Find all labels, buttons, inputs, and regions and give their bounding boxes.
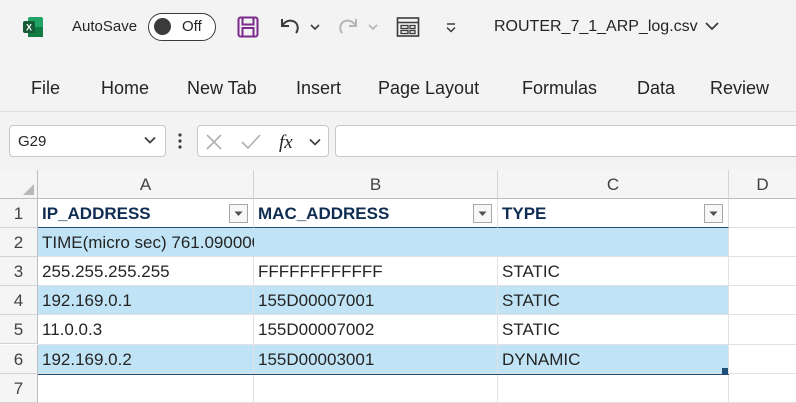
- enter-check-icon[interactable]: [240, 133, 262, 151]
- cell-c5[interactable]: STATIC: [498, 315, 729, 345]
- tab-page-layout[interactable]: Page Layout: [378, 78, 479, 99]
- cell-b6[interactable]: 155D00003001: [254, 345, 498, 374]
- header-label: MAC_ADDRESS: [258, 204, 390, 223]
- row-header-3[interactable]: 3: [0, 257, 38, 286]
- cell-c6[interactable]: DYNAMIC: [498, 345, 729, 374]
- cell-a6[interactable]: 192.169.0.2: [38, 345, 254, 374]
- formula-bar: G29 fx: [0, 112, 796, 170]
- cell-a5[interactable]: 11.0.0.3: [38, 315, 254, 345]
- row-header-2[interactable]: 2: [0, 228, 38, 257]
- filter-dropdown-button[interactable]: [473, 204, 492, 223]
- cell-d5[interactable]: [729, 315, 796, 345]
- header-cell-mac-address[interactable]: MAC_ADDRESS: [254, 199, 498, 228]
- tab-new-tab[interactable]: New Tab: [187, 78, 257, 99]
- cell-d7[interactable]: [729, 374, 796, 403]
- save-icon: [237, 16, 259, 38]
- cell-c2[interactable]: [498, 228, 729, 257]
- chevron-down-icon: [310, 24, 320, 31]
- autosave-label: AutoSave: [72, 18, 138, 35]
- table-resize-handle[interactable]: [722, 368, 728, 374]
- row-header-7[interactable]: 7: [0, 374, 38, 403]
- ribbon-tabs: File Home New Tab Insert Page Layout For…: [0, 56, 796, 112]
- chevron-down-icon[interactable]: [143, 135, 157, 145]
- cell-b7[interactable]: [254, 374, 498, 403]
- tab-home[interactable]: Home: [101, 78, 149, 99]
- header-label: TYPE: [502, 204, 547, 223]
- cell-d4[interactable]: [729, 286, 796, 315]
- row-header-6[interactable]: 6: [0, 345, 38, 374]
- insert-function-icon[interactable]: fx: [278, 131, 302, 153]
- redo-icon: [339, 19, 357, 34]
- name-box-value: G29: [18, 133, 47, 150]
- redo-dropdown[interactable]: [366, 13, 380, 41]
- select-all-button[interactable]: [0, 170, 38, 199]
- cell-c7[interactable]: [498, 374, 729, 403]
- cancel-icon[interactable]: [205, 133, 223, 151]
- tab-formulas[interactable]: Formulas: [522, 78, 597, 99]
- cell-d2[interactable]: [729, 228, 796, 257]
- header-cell-ip-address[interactable]: IP_ADDRESS: [38, 199, 254, 228]
- cell-a7[interactable]: [38, 374, 254, 403]
- svg-text:X: X: [26, 23, 32, 33]
- redo-button[interactable]: [334, 13, 362, 41]
- form-button[interactable]: [394, 13, 422, 41]
- undo-dropdown[interactable]: [308, 13, 322, 41]
- chevron-down-icon[interactable]: [308, 137, 322, 147]
- cell-a4[interactable]: 192.169.0.1: [38, 286, 254, 315]
- cell-b3[interactable]: FFFFFFFFFFFF: [254, 257, 498, 286]
- cell-d3[interactable]: [729, 257, 796, 286]
- table-bottom-border: [38, 374, 729, 375]
- filter-arrow-icon: [709, 211, 718, 216]
- row-header-5[interactable]: 5: [0, 315, 38, 344]
- undo-button[interactable]: [276, 13, 304, 41]
- form-icon: [396, 17, 420, 37]
- save-button[interactable]: [234, 13, 262, 41]
- autosave-state: Off: [182, 18, 202, 35]
- tab-file[interactable]: File: [31, 78, 60, 99]
- filter-arrow-icon: [234, 211, 243, 216]
- toggle-knob: [154, 18, 171, 35]
- column-header-a[interactable]: A: [38, 170, 254, 199]
- cell-c3[interactable]: STATIC: [498, 257, 729, 286]
- cell-d1[interactable]: [729, 199, 796, 228]
- tab-review[interactable]: Review: [710, 78, 769, 99]
- header-label: IP_ADDRESS: [42, 204, 151, 223]
- formula-controls: fx: [197, 125, 329, 157]
- cell-b2[interactable]: [254, 228, 498, 257]
- tab-data[interactable]: Data: [637, 78, 675, 99]
- filter-dropdown-button[interactable]: [229, 204, 248, 223]
- cell-a2[interactable]: TIME(micro sec) 761.090000: [38, 228, 261, 257]
- more-options-icon[interactable]: [178, 132, 182, 150]
- svg-text:fx: fx: [279, 132, 293, 153]
- title-bar: X AutoSave Off ROUTER_7_1_ARP_log.csv: [0, 0, 796, 56]
- chevron-down-icon: [368, 24, 378, 31]
- chevron-down-icon[interactable]: [704, 20, 720, 32]
- row-header-1[interactable]: 1: [0, 199, 38, 228]
- header-cell-type[interactable]: TYPE: [498, 199, 729, 228]
- cell-c4[interactable]: STATIC: [498, 286, 729, 315]
- excel-logo-icon: X: [23, 17, 43, 37]
- autosave-toggle[interactable]: Off: [148, 13, 216, 41]
- row-header-4[interactable]: 4: [0, 286, 38, 315]
- worksheet-grid[interactable]: A B C D 1 2 3 4 5 6 7 IP_ADDRESS MAC_ADD…: [0, 170, 796, 403]
- column-header-d[interactable]: D: [729, 170, 796, 199]
- column-header-c[interactable]: C: [498, 170, 729, 199]
- cell-b4[interactable]: 155D00007001: [254, 286, 498, 315]
- filter-dropdown-button[interactable]: [704, 204, 723, 223]
- name-box[interactable]: G29: [9, 125, 166, 157]
- cell-b5[interactable]: 155D00007002: [254, 315, 498, 345]
- undo-icon: [281, 19, 299, 34]
- cell-d6[interactable]: [729, 345, 796, 374]
- select-all-triangle-icon: [23, 184, 34, 195]
- cell-a3[interactable]: 255.255.255.255: [38, 257, 254, 286]
- formula-input[interactable]: [335, 125, 796, 157]
- column-header-b[interactable]: B: [254, 170, 498, 199]
- customize-qat-button[interactable]: [442, 13, 460, 41]
- customize-qat-icon: [446, 23, 456, 33]
- filter-arrow-icon: [478, 211, 487, 216]
- tab-insert[interactable]: Insert: [296, 78, 341, 99]
- document-title[interactable]: ROUTER_7_1_ARP_log.csv: [494, 18, 698, 36]
